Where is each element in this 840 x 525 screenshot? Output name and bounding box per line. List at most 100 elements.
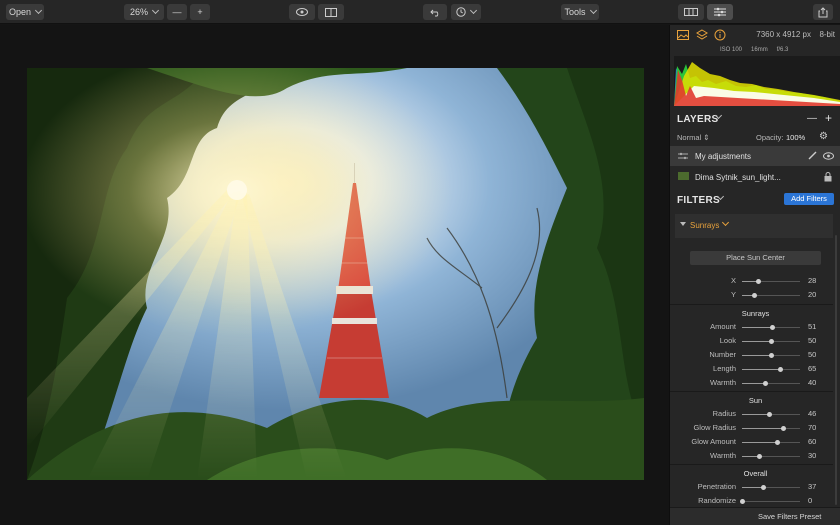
slider-row[interactable]: Warmth 40 xyxy=(670,377,840,389)
zoom-out-button[interactable]: — xyxy=(167,4,187,20)
slider-track[interactable] xyxy=(742,353,800,358)
gear-icon[interactable]: ⚙ xyxy=(819,131,828,142)
slider-handle[interactable] xyxy=(761,485,767,490)
slider-track[interactable] xyxy=(742,412,800,417)
slider-track[interactable] xyxy=(740,499,800,504)
slider-value[interactable]: 60 xyxy=(808,437,816,446)
undo-icon xyxy=(429,9,438,16)
slider-handle[interactable] xyxy=(777,367,783,372)
zoom-select[interactable]: 26% xyxy=(124,4,164,20)
image-icon[interactable] xyxy=(677,29,689,41)
slider-label: Number xyxy=(709,350,736,359)
slider-handle[interactable] xyxy=(751,293,757,298)
slider-row[interactable]: Radius 46 xyxy=(670,408,840,420)
slider-handle[interactable] xyxy=(756,279,762,284)
slider-handle[interactable] xyxy=(774,440,780,445)
add-filters-button[interactable]: Add Filters xyxy=(784,193,834,205)
photo-image xyxy=(27,68,644,480)
slider-value[interactable]: 50 xyxy=(808,336,816,345)
collapse-triangle-icon[interactable] xyxy=(680,222,686,226)
slider-handle[interactable] xyxy=(766,412,772,417)
slider-value[interactable]: 40 xyxy=(808,378,816,387)
slider-track[interactable] xyxy=(742,440,800,445)
slider-value[interactable]: 28 xyxy=(808,276,816,285)
slider-value[interactable]: 46 xyxy=(808,409,816,418)
slider-track[interactable] xyxy=(742,325,800,330)
slider-handle[interactable] xyxy=(757,454,763,459)
image-dimensions: 7360 x 4912 px xyxy=(756,30,811,39)
slider-row[interactable]: Length 65 xyxy=(670,363,840,375)
brush-icon[interactable] xyxy=(807,151,817,161)
share-button[interactable] xyxy=(813,4,833,20)
slider-row[interactable]: Glow Amount 60 xyxy=(670,436,840,448)
adjustments-panel-button[interactable] xyxy=(707,4,733,20)
share-icon xyxy=(818,6,828,17)
slider-row[interactable]: Number 50 xyxy=(670,349,840,361)
slider-handle[interactable] xyxy=(769,339,774,344)
layers-icon[interactable] xyxy=(696,29,708,41)
slider-fill xyxy=(742,383,766,384)
tools-menu[interactable]: Tools xyxy=(561,4,599,20)
layout-grid-button[interactable] xyxy=(678,4,704,20)
filters-title[interactable]: FILTERS xyxy=(677,195,720,206)
slider-track[interactable] xyxy=(742,381,800,386)
info-icon[interactable] xyxy=(714,29,726,41)
add-layer-button[interactable]: + xyxy=(825,111,832,125)
preview-eye-button[interactable] xyxy=(289,4,315,20)
slider-handle[interactable] xyxy=(769,353,774,358)
slider-value[interactable]: 70 xyxy=(808,423,816,432)
save-filters-preset-button[interactable]: Save Filters Preset xyxy=(670,507,840,525)
slider-value[interactable]: 30 xyxy=(808,451,816,460)
layers-title[interactable]: LAYERS xyxy=(677,114,718,125)
slider-track[interactable] xyxy=(742,367,800,372)
slider-fill xyxy=(742,442,777,443)
open-button[interactable]: Open xyxy=(6,4,44,20)
right-panel: 7360 x 4912 px 8-bit ISO 100 16mm f/6.3 … xyxy=(669,25,840,525)
remove-layer-button[interactable]: — xyxy=(807,113,817,124)
slider-handle[interactable] xyxy=(740,499,745,504)
eye-icon xyxy=(296,8,308,16)
slider-value[interactable]: 51 xyxy=(808,322,816,331)
slider-track[interactable] xyxy=(742,426,800,431)
slider-row[interactable]: Warmth 30 xyxy=(670,450,840,462)
slider-track[interactable] xyxy=(742,339,800,344)
compare-button[interactable] xyxy=(318,4,344,20)
slider-handle[interactable] xyxy=(780,426,786,431)
opacity-value[interactable]: 100% xyxy=(786,133,805,142)
slider-value[interactable]: 0 xyxy=(808,496,812,505)
filter-sunrays-header[interactable]: Sunrays xyxy=(675,214,833,238)
slider-fill xyxy=(742,355,771,356)
slider-row[interactable]: Amount 51 xyxy=(670,321,840,333)
zoom-in-button[interactable]: + xyxy=(190,4,210,20)
divider xyxy=(670,304,833,305)
adjustments-layer-icon xyxy=(678,152,688,160)
slider-handle[interactable] xyxy=(763,381,769,386)
slider-value[interactable]: 65 xyxy=(808,364,816,373)
zoom-in-symbol: + xyxy=(197,7,203,17)
undo-button[interactable] xyxy=(423,4,447,20)
slider-value[interactable]: 20 xyxy=(808,290,816,299)
slider-track[interactable] xyxy=(742,293,800,298)
blend-mode-select[interactable]: Normal ⇕ xyxy=(677,133,710,142)
slider-handle[interactable] xyxy=(769,325,775,330)
slider-row[interactable]: Y 20 xyxy=(670,289,840,301)
histogram xyxy=(674,56,840,106)
slider-track[interactable] xyxy=(742,454,800,459)
slider-track[interactable] xyxy=(742,485,800,490)
layer-item-photo[interactable]: Dima Sytnik_sun_light... xyxy=(670,167,840,187)
slider-row[interactable]: Look 50 xyxy=(670,335,840,347)
slider-row[interactable]: Randomize 0 xyxy=(670,495,840,507)
slider-value[interactable]: 37 xyxy=(808,482,816,491)
slider-row[interactable]: Glow Radius 70 xyxy=(670,422,840,434)
blend-opacity-row: Normal ⇕ Opacity: 100% ⚙ xyxy=(670,131,840,144)
image-canvas[interactable] xyxy=(0,25,669,525)
layer-item-adjustments[interactable]: My adjustments xyxy=(670,146,840,166)
photo-preview[interactable] xyxy=(27,68,644,480)
slider-row[interactable]: Penetration 37 xyxy=(670,481,840,493)
place-sun-center-button[interactable]: Place Sun Center xyxy=(690,251,821,265)
slider-row[interactable]: X 28 xyxy=(670,275,840,287)
slider-track[interactable] xyxy=(742,279,800,284)
slider-value[interactable]: 50 xyxy=(808,350,816,359)
history-button[interactable] xyxy=(451,4,481,20)
eye-icon[interactable] xyxy=(823,152,834,160)
